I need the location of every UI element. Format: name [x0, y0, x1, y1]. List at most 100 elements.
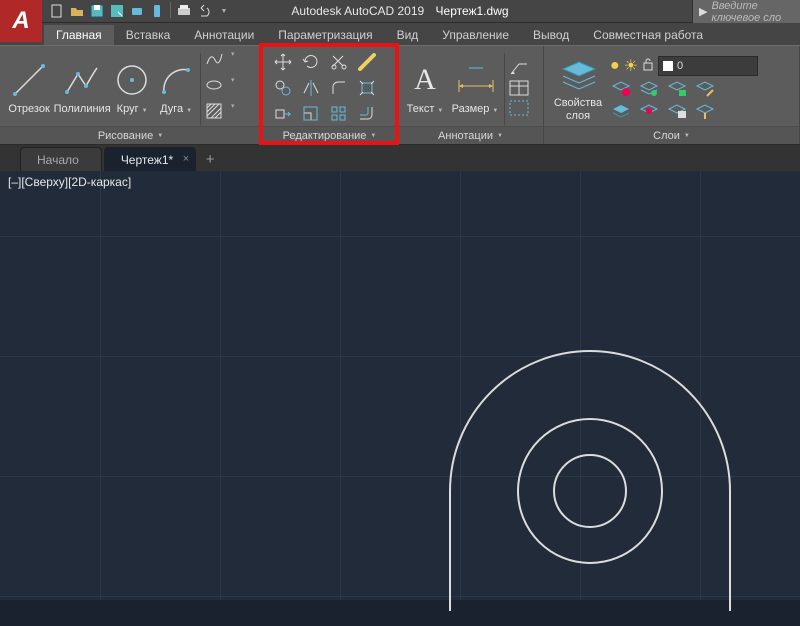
- text-icon: A: [405, 60, 445, 100]
- tool-erase-icon[interactable]: [354, 50, 380, 74]
- tool-ellipse-icon[interactable]: [205, 76, 229, 100]
- panel-draw: Отрезок Полилиния Круг▼ Дуга▼ ▾ ▾ ▾: [0, 46, 262, 144]
- line-icon: [9, 60, 49, 100]
- tool-stretch-icon[interactable]: [270, 102, 296, 126]
- qat-undo-icon[interactable]: [195, 2, 213, 20]
- panel-edit: Редактирование▼: [262, 46, 398, 144]
- tool-hatch-icon[interactable]: [205, 102, 229, 126]
- tool-layer-props[interactable]: Свойства слоя: [550, 54, 606, 121]
- tool-dropdown-1[interactable]: ▾: [231, 50, 255, 74]
- circle-icon: [112, 60, 152, 100]
- qat-open-icon[interactable]: [68, 2, 86, 20]
- tool-mirror-icon[interactable]: [298, 76, 324, 100]
- bulb-on-icon: ●: [610, 57, 620, 75]
- qat-web-icon[interactable]: [128, 2, 146, 20]
- tool-mtext-icon[interactable]: [509, 100, 529, 116]
- sun-icon: ☀: [624, 56, 638, 76]
- tool-fillet-icon[interactable]: [326, 76, 352, 100]
- layer-tool-1-icon[interactable]: [610, 79, 632, 99]
- tool-circle[interactable]: Круг▼: [112, 60, 152, 115]
- layer-tool-6-icon[interactable]: [638, 101, 660, 121]
- panel-layers: Свойства слоя ● ☀ 0: [544, 46, 800, 144]
- tool-scale-icon[interactable]: [298, 102, 324, 126]
- tool-layerprops-label: Свойства слоя: [554, 97, 602, 121]
- layer-tool-5-icon[interactable]: [610, 101, 632, 121]
- qat-plot-icon[interactable]: [175, 2, 193, 20]
- doc-tab-start[interactable]: Начало: [20, 147, 102, 171]
- qat-save-icon[interactable]: [88, 2, 106, 20]
- search-box[interactable]: ▶ Введите ключевое сло: [692, 0, 800, 23]
- search-placeholder: Введите ключевое сло: [711, 0, 800, 24]
- polyline-icon: [62, 60, 102, 100]
- tool-dim-label: Размер▼: [452, 103, 499, 115]
- qat-dropdown-icon[interactable]: ▼: [215, 2, 233, 20]
- file-name: Чертеж1.dwg: [436, 4, 509, 18]
- tool-table-icon[interactable]: [509, 80, 529, 96]
- qat-mobile-icon[interactable]: [148, 2, 166, 20]
- new-tab-button[interactable]: +: [198, 147, 222, 171]
- tool-leader-icon[interactable]: [509, 60, 529, 76]
- layer-props-icon: [558, 54, 598, 94]
- close-tab-icon[interactable]: ×: [183, 153, 189, 165]
- tool-dimension[interactable]: Размер▼: [450, 60, 500, 115]
- panel-draw-title[interactable]: Рисование▼: [0, 126, 261, 144]
- layer-tool-3-icon[interactable]: [666, 79, 688, 99]
- tool-polyline[interactable]: Полилиния: [56, 60, 108, 115]
- tool-spline-icon[interactable]: [205, 50, 229, 74]
- tab-home[interactable]: Главная: [44, 25, 114, 45]
- tool-copy-icon[interactable]: [270, 76, 296, 100]
- tab-manage[interactable]: Управление: [430, 25, 521, 45]
- search-play-icon: ▶: [699, 5, 707, 18]
- layer-tool-2-icon[interactable]: [638, 79, 660, 99]
- panel-edit-title[interactable]: Редактирование▼: [262, 126, 397, 144]
- tool-dropdown-2[interactable]: ▾: [231, 76, 255, 100]
- tool-dropdown-3[interactable]: ▾: [231, 102, 255, 126]
- tab-collab[interactable]: Совместная работа: [581, 25, 715, 45]
- drawing-part: [430, 341, 770, 626]
- tab-view[interactable]: Вид: [385, 25, 431, 45]
- doc-tab-current[interactable]: Чертеж1* ×: [104, 147, 196, 171]
- qat-saveas-icon[interactable]: [108, 2, 126, 20]
- panel-layers-title[interactable]: Слои▼: [544, 126, 799, 144]
- tab-insert[interactable]: Вставка: [114, 25, 183, 45]
- tool-circle-label: Круг▼: [117, 103, 148, 115]
- layer-tool-4-icon[interactable]: [694, 79, 716, 99]
- tool-explode-icon[interactable]: [354, 76, 380, 100]
- arc-icon: [156, 60, 196, 100]
- tool-line[interactable]: Отрезок: [6, 60, 52, 115]
- layer-tool-8-icon[interactable]: [694, 101, 716, 121]
- layer-dropdown[interactable]: 0: [658, 56, 758, 76]
- tab-annotate[interactable]: Аннотации: [182, 25, 266, 45]
- panel-annotation: A Текст▼ Размер▼ Аннотации▼: [398, 46, 544, 144]
- ribbon: Отрезок Полилиния Круг▼ Дуга▼ ▾ ▾ ▾: [0, 45, 800, 145]
- tool-move-icon[interactable]: [270, 50, 296, 74]
- tool-line-label: Отрезок: [8, 103, 49, 115]
- app-name: Autodesk AutoCAD 2019: [291, 4, 424, 18]
- tool-polyline-label: Полилиния: [54, 103, 111, 115]
- viewport-label[interactable]: [–][Сверху][2D-каркас]: [8, 175, 131, 189]
- tool-array-icon[interactable]: [326, 102, 352, 126]
- tool-text[interactable]: A Текст▼: [404, 60, 446, 115]
- quick-access-toolbar: A ▼ Autodesk AutoCAD 2019 Чертеж1.dwg ▶ …: [0, 0, 800, 23]
- document-tabs: Начало Чертеж1* × +: [0, 145, 800, 171]
- app-logo[interactable]: A: [0, 0, 42, 42]
- tool-arc-label: Дуга▼: [160, 103, 192, 115]
- qat-new-icon[interactable]: [48, 2, 66, 20]
- tool-text-label: Текст▼: [407, 103, 444, 115]
- tool-arc[interactable]: Дуга▼: [156, 60, 196, 115]
- tab-output[interactable]: Вывод: [521, 25, 581, 45]
- layer-name: 0: [677, 60, 683, 72]
- draw-small-tools: ▾ ▾ ▾: [205, 50, 255, 126]
- tool-offset-icon[interactable]: [354, 102, 380, 126]
- tool-trim-icon[interactable]: [326, 50, 352, 74]
- tool-rotate-icon[interactable]: [298, 50, 324, 74]
- drawing-canvas[interactable]: [–][Сверху][2D-каркас]: [0, 171, 800, 600]
- panel-annot-title[interactable]: Аннотации▼: [398, 126, 543, 144]
- dimension-icon: [455, 60, 495, 100]
- layer-tool-7-icon[interactable]: [666, 101, 688, 121]
- tab-parametric[interactable]: Параметризация: [266, 25, 384, 45]
- lock-open-icon: [642, 57, 654, 76]
- edit-tool-grid: [270, 50, 380, 126]
- ribbon-tabs: Главная Вставка Аннотации Параметризация…: [0, 23, 800, 45]
- title-bar: Autodesk AutoCAD 2019 Чертеж1.dwg: [291, 4, 508, 18]
